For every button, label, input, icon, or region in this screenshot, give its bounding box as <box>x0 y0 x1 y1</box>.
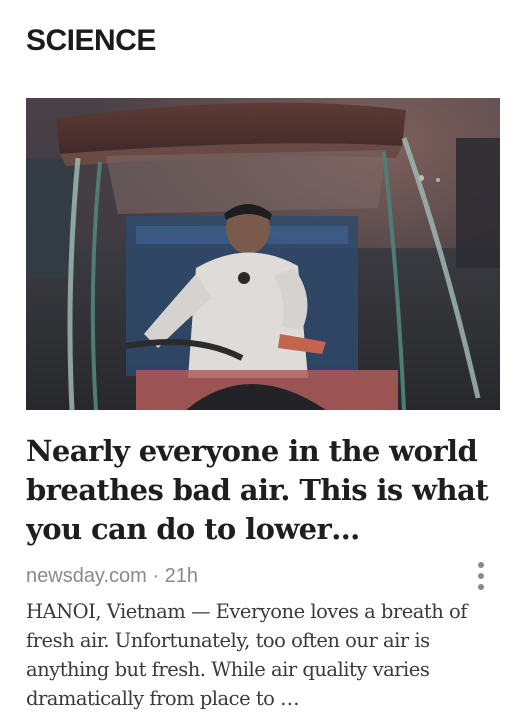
dot <box>478 584 484 590</box>
meta-separator: · <box>146 565 165 587</box>
more-options-icon[interactable] <box>468 560 494 592</box>
rickshaw-photo <box>26 98 500 410</box>
article-summary: HANOI, Vietnam — Everyone loves a breath… <box>26 600 467 710</box>
article-headline[interactable]: Nearly everyone in the world breathes ba… <box>26 432 504 549</box>
dot <box>478 562 484 568</box>
article-image[interactable] <box>26 98 500 410</box>
article-source[interactable]: newsday.com <box>26 565 147 587</box>
article-age: 21h <box>164 565 198 587</box>
article-meta: newsday.com · 21h <box>26 563 198 589</box>
dot <box>478 573 484 579</box>
section-title: SCIENCE <box>26 24 156 57</box>
